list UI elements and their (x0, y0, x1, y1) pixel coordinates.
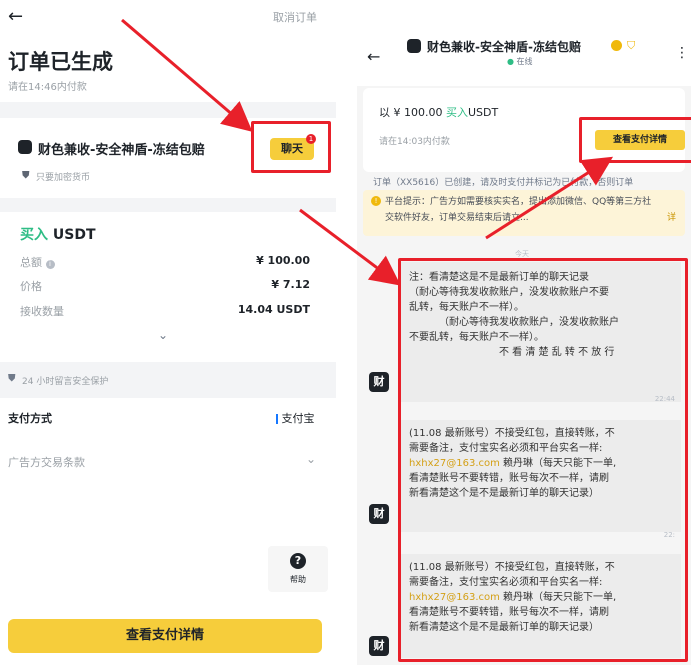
arrow-to-messages (299, 208, 401, 286)
arrow-to-chat (121, 18, 253, 132)
annotation-arrows (121, 18, 614, 286)
arrow-to-details (485, 156, 614, 240)
